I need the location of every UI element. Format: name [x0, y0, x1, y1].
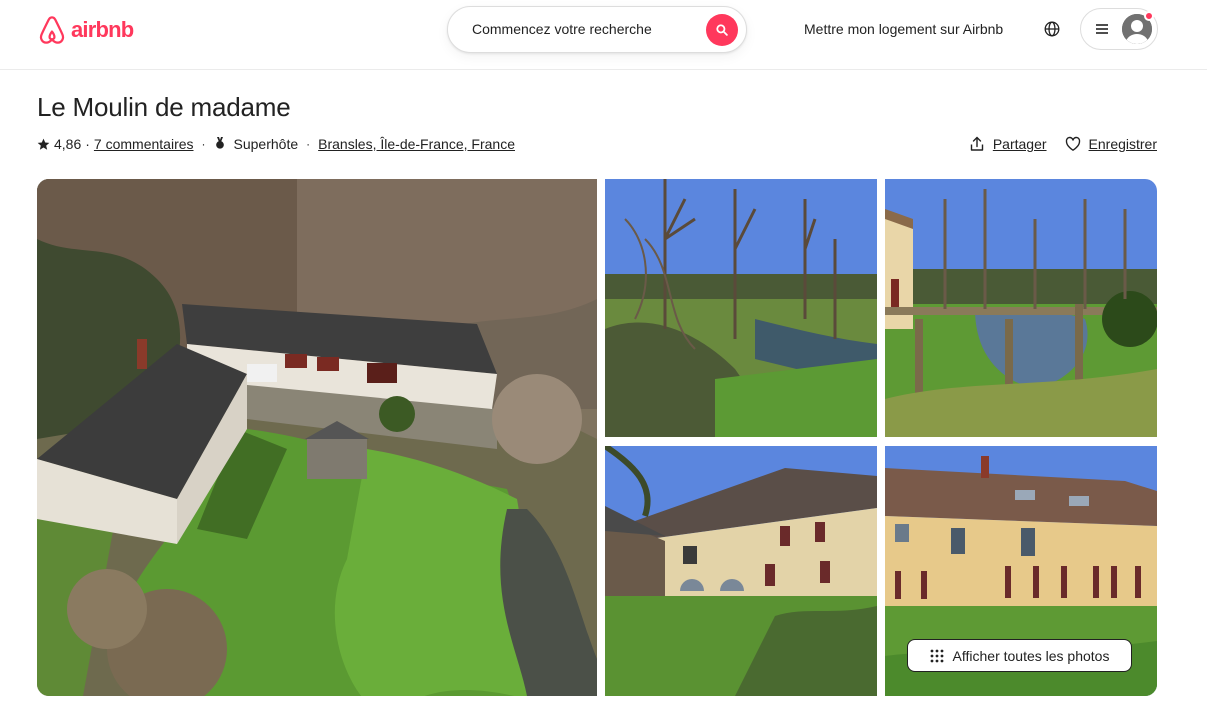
- search-button[interactable]: [706, 14, 738, 46]
- show-all-photos-label: Afficher toutes les photos: [952, 647, 1110, 664]
- listing-title: Le Moulin de madame: [37, 92, 291, 122]
- separator: ·: [85, 136, 90, 152]
- photo-main[interactable]: [37, 179, 597, 696]
- photo-main-image: [37, 179, 597, 696]
- listing-actions: Partager Enregistrer: [969, 132, 1157, 156]
- search-placeholder: Commencez votre recherche: [472, 21, 652, 37]
- share-button[interactable]: Partager: [969, 136, 1047, 152]
- top-header: airbnb Commencez votre recherche Mettre …: [0, 0, 1207, 70]
- photo-pond[interactable]: [885, 179, 1157, 437]
- globe-icon: [1044, 21, 1060, 37]
- language-button[interactable]: [1035, 11, 1069, 47]
- superhost-label: Superhôte: [233, 136, 299, 152]
- grid-dots-icon: [930, 649, 943, 662]
- superhost-medal-icon: [215, 137, 224, 149]
- separator: ·: [201, 137, 206, 151]
- location-link[interactable]: Bransles, Île-de-France, France: [318, 136, 515, 152]
- search-bar[interactable]: Commencez votre recherche: [447, 6, 747, 53]
- airbnb-logo-icon: [39, 16, 65, 44]
- photo-gallery: [37, 179, 1157, 696]
- rating-value: 4,86: [54, 136, 82, 152]
- photo-river[interactable]: [605, 179, 877, 437]
- reviews-link[interactable]: 7 commentaires: [94, 136, 194, 152]
- photo-facade-image: [605, 446, 877, 696]
- logo-text: airbnb: [71, 17, 134, 42]
- airbnb-logo[interactable]: airbnb: [37, 13, 134, 47]
- share-label: Partager: [992, 136, 1047, 152]
- photo-facade[interactable]: [605, 446, 877, 696]
- photo-river-image: [605, 179, 877, 437]
- star-icon: [37, 138, 50, 150]
- menu-icon: [1096, 24, 1108, 34]
- user-menu-button[interactable]: [1080, 8, 1158, 50]
- listing-meta: 4,86 · 7 commentaires · Superhôte · Bran…: [37, 134, 515, 154]
- save-button[interactable]: Enregistrer: [1065, 136, 1157, 152]
- notification-dot: [1144, 11, 1154, 21]
- separator: ·: [306, 137, 311, 151]
- show-all-photos-button[interactable]: Afficher toutes les photos: [907, 639, 1132, 672]
- search-icon: [716, 24, 728, 36]
- photo-pond-image: [885, 179, 1157, 437]
- save-label: Enregistrer: [1088, 136, 1157, 152]
- host-your-home-link[interactable]: Mettre mon logement sur Airbnb: [795, 8, 1012, 50]
- heart-icon: [1065, 136, 1080, 151]
- share-icon: [970, 136, 984, 151]
